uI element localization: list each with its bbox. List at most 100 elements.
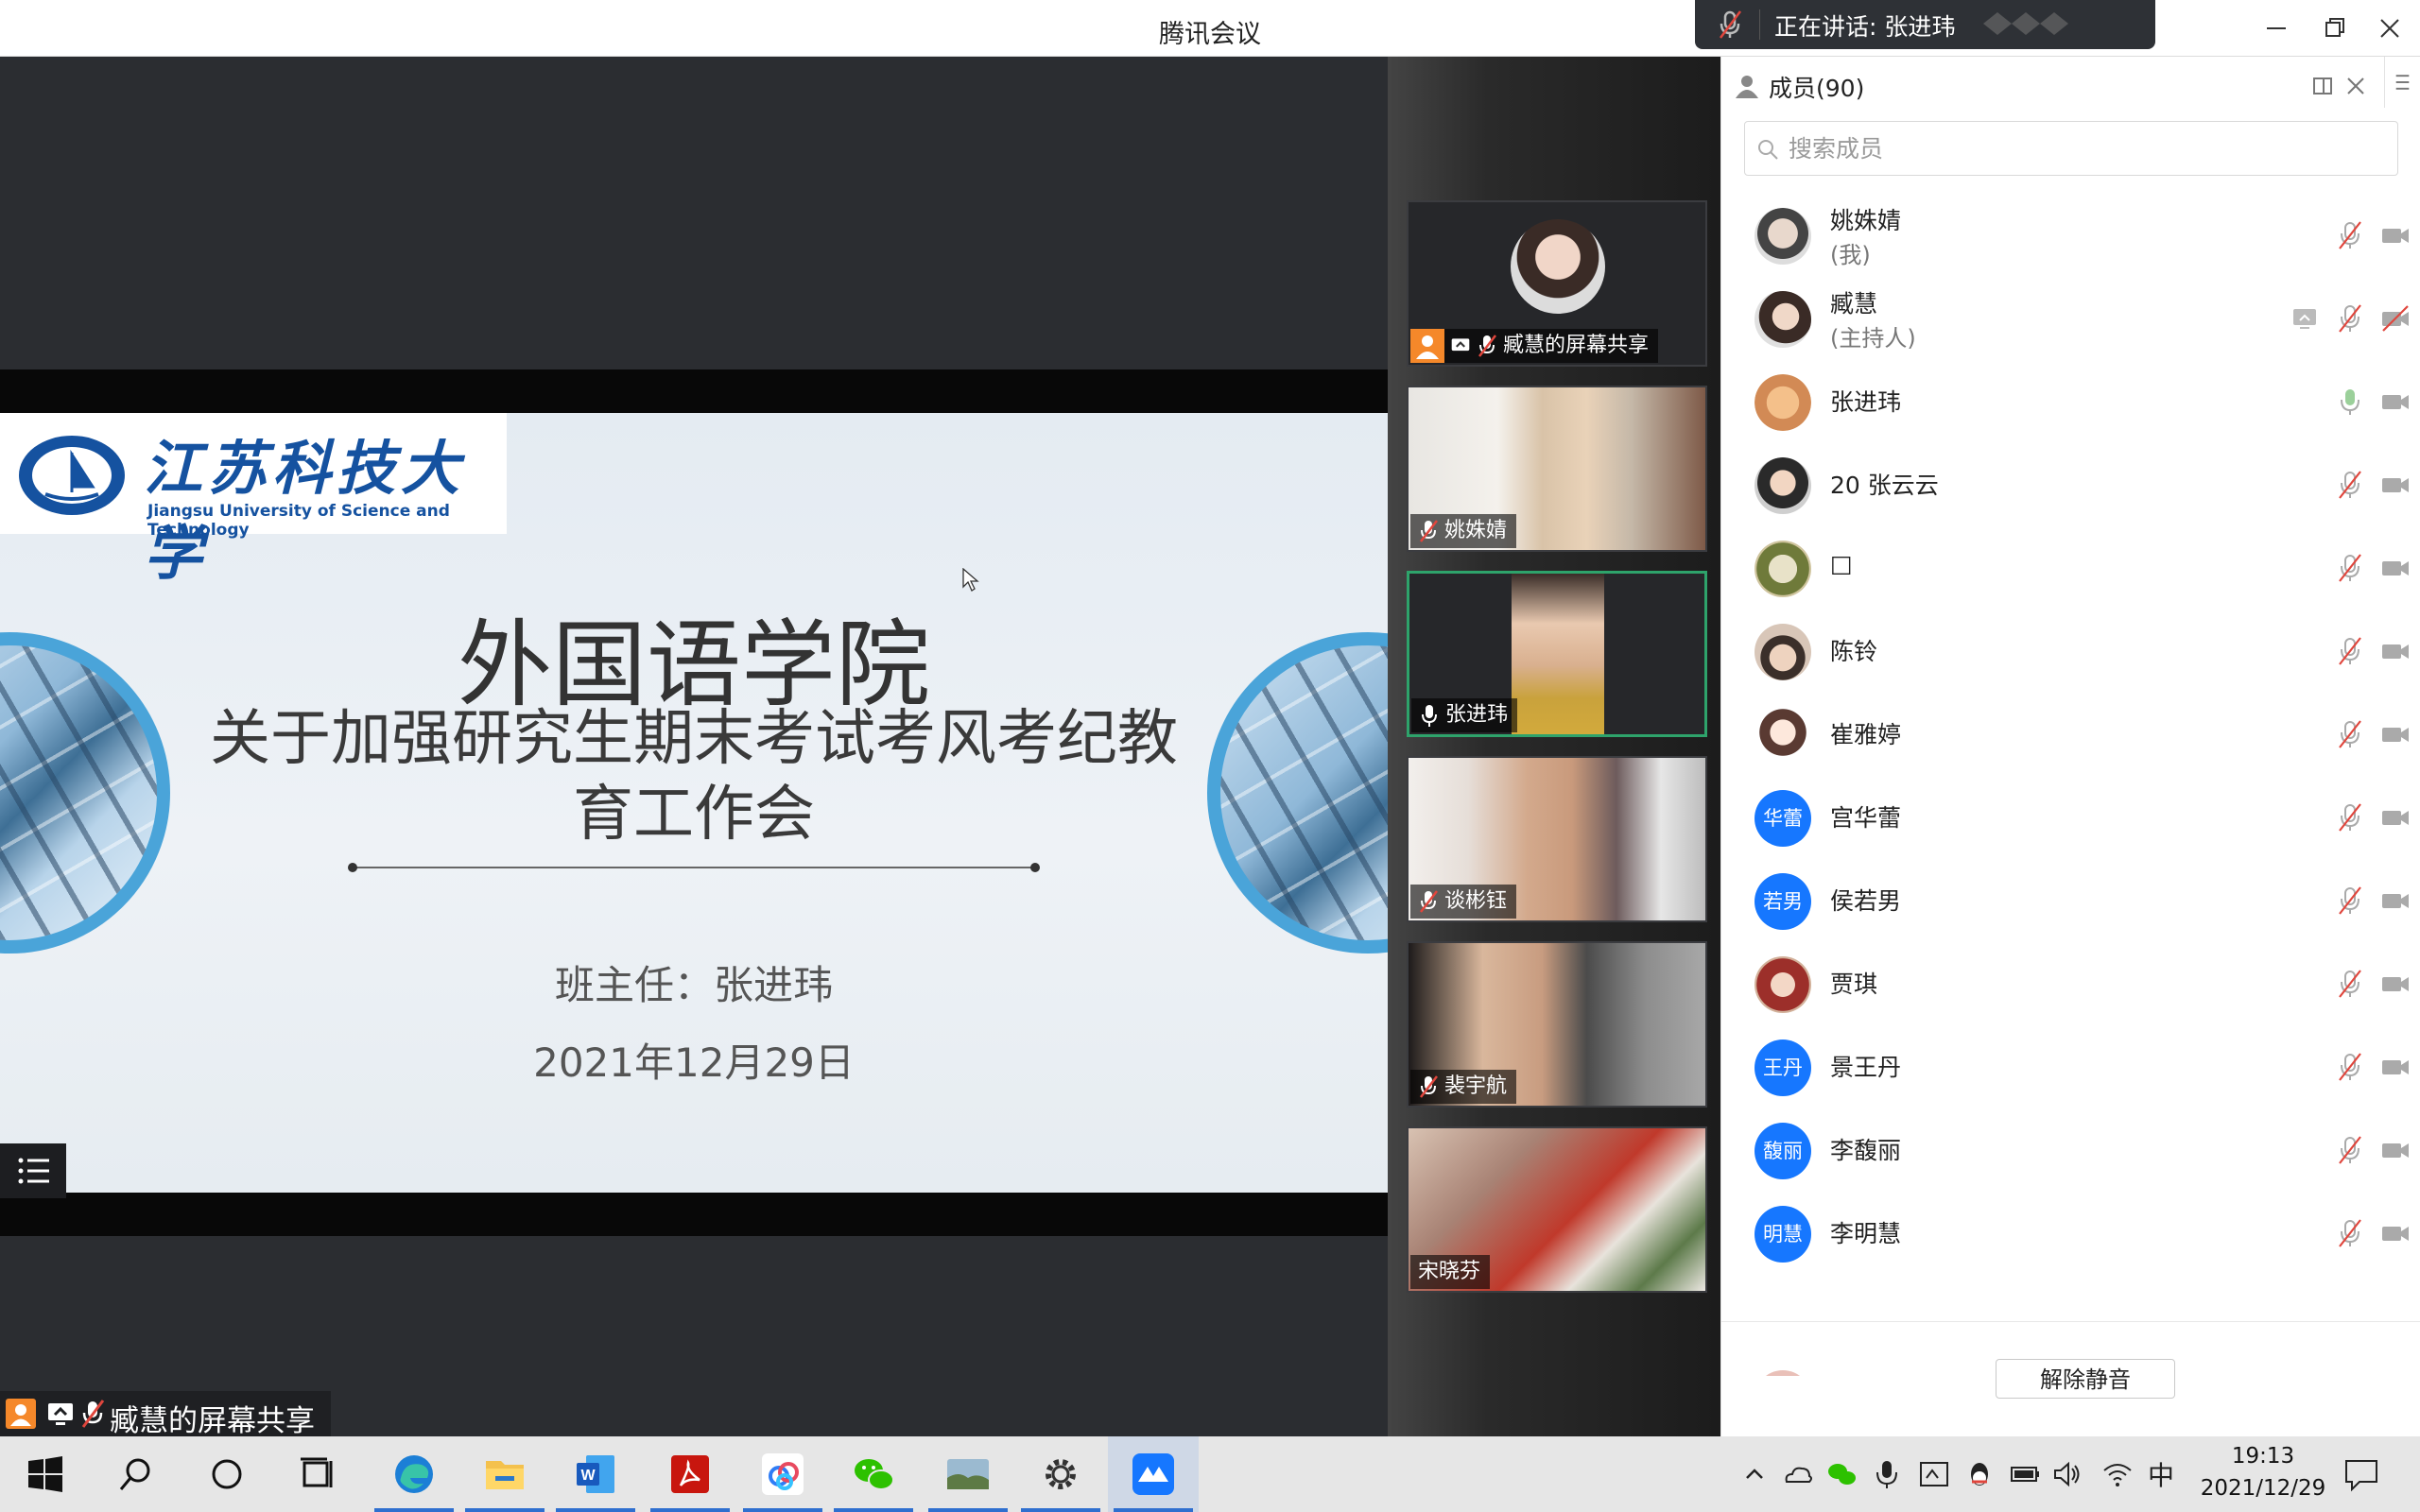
cortana-button[interactable]: [182, 1436, 272, 1512]
member-search-box[interactable]: [1744, 121, 2398, 176]
video-icon[interactable]: [2379, 219, 2411, 251]
popout-icon[interactable]: [2311, 74, 2336, 98]
tencent-meeting-app[interactable]: [1108, 1436, 1199, 1512]
slide-list-button[interactable]: [0, 1143, 66, 1198]
word-app[interactable]: W: [550, 1436, 641, 1512]
video-icon[interactable]: [2379, 552, 2411, 584]
mic-muted-icon[interactable]: [2334, 552, 2366, 584]
member-row-partial[interactable]: [1754, 1370, 1811, 1376]
member-row[interactable]: 姚姝婧 (我): [1721, 195, 2420, 278]
baidu-netdisk-app[interactable]: [737, 1436, 828, 1512]
avatar: 华蕾: [1754, 790, 1811, 847]
mic-muted-icon[interactable]: [2334, 1051, 2366, 1083]
member-row[interactable]: 崔雅婷: [1721, 694, 2420, 777]
mic-muted-icon[interactable]: [2334, 1134, 2366, 1166]
mic-muted-icon[interactable]: [2334, 885, 2366, 917]
member-row[interactable]: 贾琪: [1721, 943, 2420, 1026]
video-icon[interactable]: [2379, 469, 2411, 501]
video-tile[interactable]: 臧慧的屏幕共享: [1407, 200, 1707, 367]
onedrive-icon[interactable]: [1781, 1457, 1815, 1491]
video-tile[interactable]: 谈彬钰: [1407, 756, 1707, 922]
mic-muted-icon[interactable]: [2334, 635, 2366, 667]
microphone-icon[interactable]: [1870, 1457, 1904, 1491]
member-row[interactable]: 张进玮: [1721, 361, 2420, 444]
title-bar: 腾讯会议 正在讲话: 张进玮: [0, 0, 2420, 57]
member-search-input[interactable]: [1787, 131, 2354, 165]
video-icon[interactable]: [2379, 1051, 2411, 1083]
file-explorer-app[interactable]: [459, 1436, 550, 1512]
taskbar-search-button[interactable]: [91, 1436, 182, 1512]
task-view-button[interactable]: [272, 1436, 363, 1512]
member-row[interactable]: 明慧 李明慧: [1721, 1193, 2420, 1276]
video-tile-name: 姚姝婧: [1444, 519, 1508, 542]
member-row[interactable]: 臧慧 (主持人): [1721, 278, 2420, 361]
member-row[interactable]: 20 张云云: [1721, 444, 2420, 527]
unmute-all-button[interactable]: 解除静音: [1996, 1359, 2175, 1399]
avatar: 明慧: [1754, 1206, 1811, 1263]
video-icon[interactable]: [2379, 718, 2411, 750]
member-row[interactable]: 王丹 景王丹: [1721, 1026, 2420, 1109]
video-tile-name: 谈彬钰: [1444, 889, 1508, 913]
close-panel-button[interactable]: [2343, 74, 2368, 98]
video-icon[interactable]: [2379, 885, 2411, 917]
member-row[interactable]: 华蕾 宫华蕾: [1721, 777, 2420, 860]
volume-icon[interactable]: [2051, 1457, 2085, 1491]
start-button[interactable]: [0, 1436, 91, 1512]
screen-capture-icon[interactable]: [1917, 1457, 1951, 1491]
video-icon[interactable]: [2379, 968, 2411, 1000]
screen-share-icon: [48, 1403, 73, 1425]
wifi-icon[interactable]: [2100, 1457, 2135, 1491]
wechat-app[interactable]: [828, 1436, 919, 1512]
notifications-icon[interactable]: [2341, 1453, 2382, 1495]
acrobat-app[interactable]: [645, 1436, 735, 1512]
video-off-icon[interactable]: [2379, 302, 2411, 335]
mic-muted-icon[interactable]: [2334, 219, 2366, 251]
chevron-up-icon[interactable]: [1737, 1457, 1772, 1491]
video-tile-name: 宋晓芬: [1418, 1260, 1481, 1283]
mic-muted-icon[interactable]: [2334, 302, 2366, 335]
edge-app[interactable]: [369, 1436, 459, 1512]
more-menu-icon[interactable]: [2384, 57, 2420, 108]
video-tile-active-speaker[interactable]: 张进玮: [1407, 571, 1707, 737]
settings-app[interactable]: [1015, 1436, 1106, 1512]
member-row[interactable]: 陈铃: [1721, 610, 2420, 694]
video-icon[interactable]: [2379, 1217, 2411, 1249]
member-name: 20 张云云: [1830, 472, 1939, 499]
member-name: 臧慧: [1830, 290, 1878, 318]
wechat-tray-icon[interactable]: [1824, 1457, 1858, 1491]
avatar: [1754, 624, 1811, 680]
mic-icon[interactable]: [2334, 386, 2366, 418]
mic-muted-icon[interactable]: [2334, 801, 2366, 833]
video-icon[interactable]: [2379, 386, 2411, 418]
member-row[interactable]: 馥丽 李馥丽: [1721, 1109, 2420, 1193]
clock-time[interactable]: 19:13: [2218, 1444, 2308, 1469]
video-tile[interactable]: 宋晓芬: [1407, 1126, 1707, 1293]
video-tile[interactable]: 裴宇航: [1407, 941, 1707, 1108]
close-window-button[interactable]: [2373, 11, 2407, 45]
member-name: 李馥丽: [1830, 1137, 1902, 1164]
photos-app[interactable]: [923, 1436, 1013, 1512]
mic-muted-icon[interactable]: [2334, 469, 2366, 501]
member-row[interactable]: 若男 侯若男: [1721, 860, 2420, 943]
mic-muted-icon: [81, 1400, 105, 1428]
member-name: 崔雅婷: [1830, 721, 1902, 748]
video-tile[interactable]: 姚姝婧: [1407, 386, 1707, 552]
minimize-button[interactable]: [2259, 11, 2293, 45]
clock-date[interactable]: 2021/12/29: [2193, 1476, 2333, 1501]
battery-icon[interactable]: [2008, 1457, 2042, 1491]
svg-text:W: W: [580, 1468, 596, 1484]
input-method-indicator[interactable]: 中: [2148, 1455, 2174, 1493]
screen-share-icon: [2289, 302, 2321, 335]
video-icon[interactable]: [2379, 801, 2411, 833]
member-row[interactable]: □: [1721, 527, 2420, 610]
slide-subtitle: 关于加强研究生期末考试考风考纪教育工作会: [210, 704, 1178, 850]
mic-muted-icon[interactable]: [2334, 1217, 2366, 1249]
mic-muted-icon[interactable]: [2334, 968, 2366, 1000]
qq-icon[interactable]: [1962, 1457, 1996, 1491]
video-icon[interactable]: [2379, 635, 2411, 667]
members-title: 成员(90): [1769, 75, 1865, 102]
video-icon[interactable]: [2379, 1134, 2411, 1166]
restore-button[interactable]: [2318, 11, 2352, 45]
mic-muted-icon[interactable]: [2334, 718, 2366, 750]
avatar: [1754, 707, 1811, 764]
